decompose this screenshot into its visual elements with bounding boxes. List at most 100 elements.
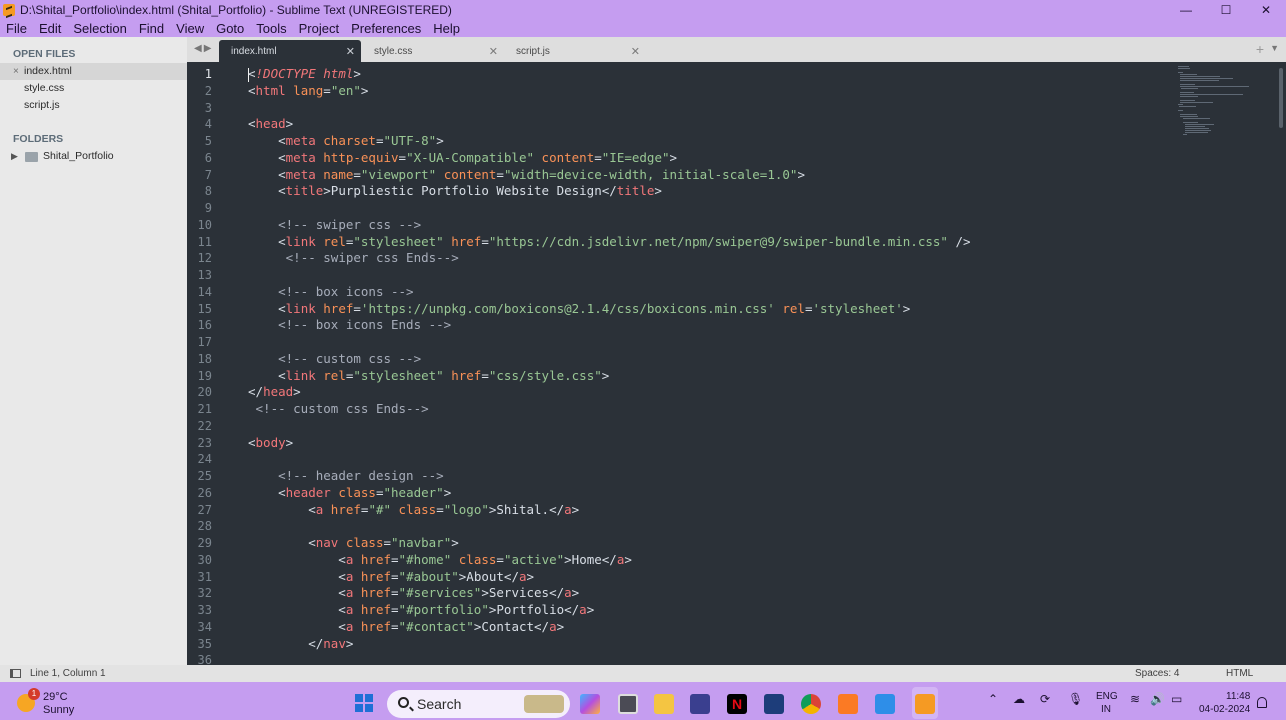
tab-dropdown-icon[interactable]: ▼ [1270,43,1279,53]
code-line[interactable] [248,451,1178,468]
clock-time[interactable]: 11:48 [1226,691,1250,702]
menu-find[interactable]: Find [133,21,170,36]
code-line[interactable]: <title>Purpliestic Portfolio Website Des… [248,183,1178,200]
file-explorer-icon[interactable] [654,694,674,714]
syntax-setting[interactable]: HTML [1226,668,1253,679]
tab-close-icon[interactable]: ✕ [346,45,355,58]
battery-icon[interactable]: ▭ [1171,692,1182,706]
menu-preferences[interactable]: Preferences [345,21,427,36]
volume-icon[interactable]: 🔊 [1150,692,1165,706]
cursor-position[interactable]: Line 1, Column 1 [30,668,106,679]
tab-index-html[interactable]: index.html ✕ [219,40,361,62]
line-number: 3 [204,100,212,115]
menu-edit[interactable]: Edit [33,21,67,36]
taskbar-search-box[interactable]: Search [387,690,570,718]
code-line[interactable]: <a href="#portfolio">Portfolio</a> [248,602,1178,619]
xampp-icon[interactable] [838,694,858,714]
code-line[interactable] [248,100,1178,117]
menu-view[interactable]: View [170,21,210,36]
menu-selection[interactable]: Selection [67,21,132,36]
menu-file[interactable]: File [0,21,33,36]
code-line[interactable]: <!-- custom css --> [248,351,1178,368]
code-line[interactable] [248,518,1178,535]
wifi-icon[interactable]: ≋ [1130,692,1140,706]
snipping-tool-icon[interactable] [690,694,710,714]
code-line[interactable] [248,652,1178,665]
open-file-style-css[interactable]: style.css [0,80,187,97]
panel-toggle-icon[interactable] [10,669,21,678]
minimize-button[interactable]: — [1166,0,1206,19]
code-line[interactable]: <a href="#services">Services</a> [248,585,1178,602]
minimap-line [1178,72,1183,73]
menu-goto[interactable]: Goto [210,21,250,36]
chrome-icon[interactable] [801,694,821,714]
code-editor[interactable]: 1 2 3 4 5 6 7 8 9 10 11 12 13 14 15 16 17 18 19 20 21 22 23 24 2… [187,62,1286,665]
code-line[interactable]: <a href="#" class="logo">Shital.</a> [248,502,1178,519]
windows-start-icon[interactable] [355,694,373,712]
azure-icon[interactable] [875,694,895,714]
sync-icon[interactable]: ⟳ [1040,692,1050,706]
code-line[interactable] [248,200,1178,217]
language-indicator[interactable]: ENG [1096,691,1118,702]
code-line[interactable]: <meta http-equiv="X-UA-Compatible" conte… [248,150,1178,167]
menu-help[interactable]: Help [427,21,466,36]
code-line[interactable] [248,267,1178,284]
code-line[interactable]: </nav> [248,636,1178,653]
open-file-script-js[interactable]: script.js [0,97,187,114]
code-line[interactable]: <html lang="en"> [248,83,1178,100]
code-line[interactable]: <link rel="stylesheet" href="https://cdn… [248,234,1178,251]
task-view-icon[interactable] [618,694,638,714]
sublime-text-icon[interactable] [915,694,935,714]
close-button[interactable]: ✕ [1246,0,1286,19]
code-line[interactable]: <!-- swiper css Ends--> [248,250,1178,267]
code-area[interactable]: <!DOCTYPE html> <html lang="en"> <head> <m… [248,66,1178,665]
tab-close-icon[interactable]: ✕ [631,45,640,58]
open-file-index-html[interactable]: × index.html [0,63,187,80]
code-line[interactable]: <!-- swiper css --> [248,217,1178,234]
code-line[interactable]: <a href="#home" class="active">Home</a> [248,552,1178,569]
code-line[interactable]: <nav class="navbar"> [248,535,1178,552]
notification-bell-icon[interactable] [1257,697,1267,708]
maximize-button[interactable]: ☐ [1206,0,1246,19]
disclosure-triangle-icon[interactable]: ▶ [11,148,25,165]
code-line[interactable]: <meta name="viewport" content="width=dev… [248,167,1178,184]
microphone-icon[interactable]: 🎙 [1068,692,1083,706]
code-line[interactable]: <link href='https://unpkg.com/boxicons@2… [248,301,1178,318]
copilot-icon[interactable] [580,694,600,714]
code-line[interactable]: <a href="#contact">Contact</a> [248,619,1178,636]
indentation-setting[interactable]: Spaces: 4 [1135,668,1179,679]
tab-close-icon[interactable]: ✕ [489,45,498,58]
code-line[interactable]: <!-- custom css Ends--> [248,401,1178,418]
new-tab-plus-icon[interactable]: + [1256,41,1264,57]
minimap[interactable] [1178,66,1275,662]
code-line[interactable]: <!-- box icons Ends --> [248,317,1178,334]
vscode-icon[interactable] [764,694,784,714]
code-line[interactable] [248,418,1178,435]
tab-navigation-arrows-icon[interactable]: ◀▶ [194,43,213,54]
code-line[interactable]: <!DOCTYPE html> [248,66,1178,83]
code-line[interactable]: </head> [248,384,1178,401]
onedrive-cloud-icon[interactable]: ☁ [1013,692,1025,706]
weather-temperature[interactable]: 29°C [43,691,68,703]
code-line[interactable]: <body> [248,435,1178,452]
menu-project[interactable]: Project [293,21,345,36]
language-region[interactable]: IN [1101,704,1111,715]
menu-tools[interactable]: Tools [250,21,292,36]
tab-style-css[interactable]: style.css ✕ [362,40,504,62]
folder-shital-portfolio[interactable]: ▶ Shital_Portfolio [0,148,187,165]
close-file-icon[interactable]: × [13,63,24,80]
code-line[interactable]: <link rel="stylesheet" href="css/style.c… [248,368,1178,385]
code-line[interactable]: <meta charset="UTF-8"> [248,133,1178,150]
code-line[interactable]: <header class="header"> [248,485,1178,502]
code-line[interactable] [248,334,1178,351]
code-line[interactable]: <a href="#about">About</a> [248,569,1178,586]
netflix-icon[interactable]: N [727,694,747,714]
clock-date[interactable]: 04-02-2024 [1199,704,1250,715]
code-line[interactable]: <!-- header design --> [248,468,1178,485]
tab-script-js[interactable]: script.js ✕ [504,40,646,62]
code-line[interactable]: <head> [248,116,1178,133]
show-hidden-icons-icon[interactable]: ⌃ [988,692,998,706]
vertical-scrollbar[interactable] [1279,68,1283,128]
weather-condition[interactable]: Sunny [43,704,74,716]
code-line[interactable]: <!-- box icons --> [248,284,1178,301]
